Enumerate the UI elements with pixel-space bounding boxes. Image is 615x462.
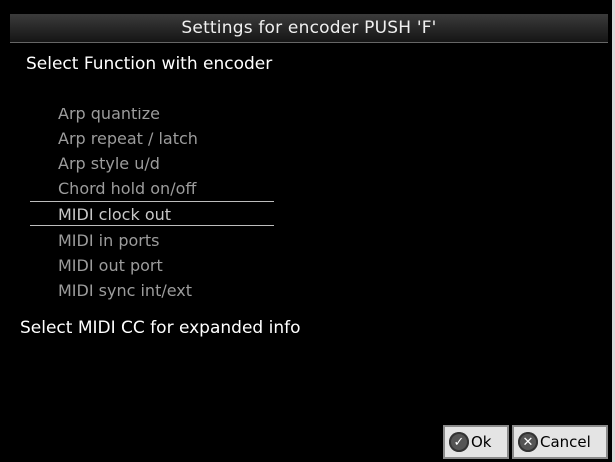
check-icon: ✓ bbox=[449, 432, 469, 452]
ok-button[interactable]: ✓ Ok bbox=[443, 425, 509, 459]
list-item-midi-sync[interactable]: MIDI sync int/ext bbox=[58, 278, 192, 300]
cancel-button[interactable]: ✕ Cancel bbox=[512, 425, 608, 459]
list-item-midi-in-ports[interactable]: MIDI in ports bbox=[58, 228, 159, 253]
list-item-midi-clock-out[interactable]: MIDI clock out bbox=[30, 201, 274, 226]
ok-button-label: Ok bbox=[471, 433, 492, 451]
dialog-title: Settings for encoder PUSH 'F' bbox=[10, 14, 608, 43]
list-item-arp-quantize[interactable]: Arp quantize bbox=[58, 108, 160, 126]
select-function-prompt: Select Function with encoder bbox=[26, 54, 273, 74]
list-item-chord-hold[interactable]: Chord hold on/off bbox=[58, 176, 196, 201]
list-item-arp-style[interactable]: Arp style u/d bbox=[58, 151, 160, 176]
list-item-midi-out-port[interactable]: MIDI out port bbox=[58, 253, 163, 278]
device-screen: Settings for encoder PUSH 'F' Select Fun… bbox=[0, 0, 615, 462]
cancel-button-label: Cancel bbox=[540, 433, 591, 451]
function-list[interactable]: Arp quantize Arp repeat / latch Arp styl… bbox=[30, 108, 274, 300]
expanded-info-text: Select MIDI CC for expanded info bbox=[20, 318, 301, 338]
x-icon: ✕ bbox=[518, 432, 538, 452]
list-item-arp-repeat-latch[interactable]: Arp repeat / latch bbox=[58, 126, 198, 151]
